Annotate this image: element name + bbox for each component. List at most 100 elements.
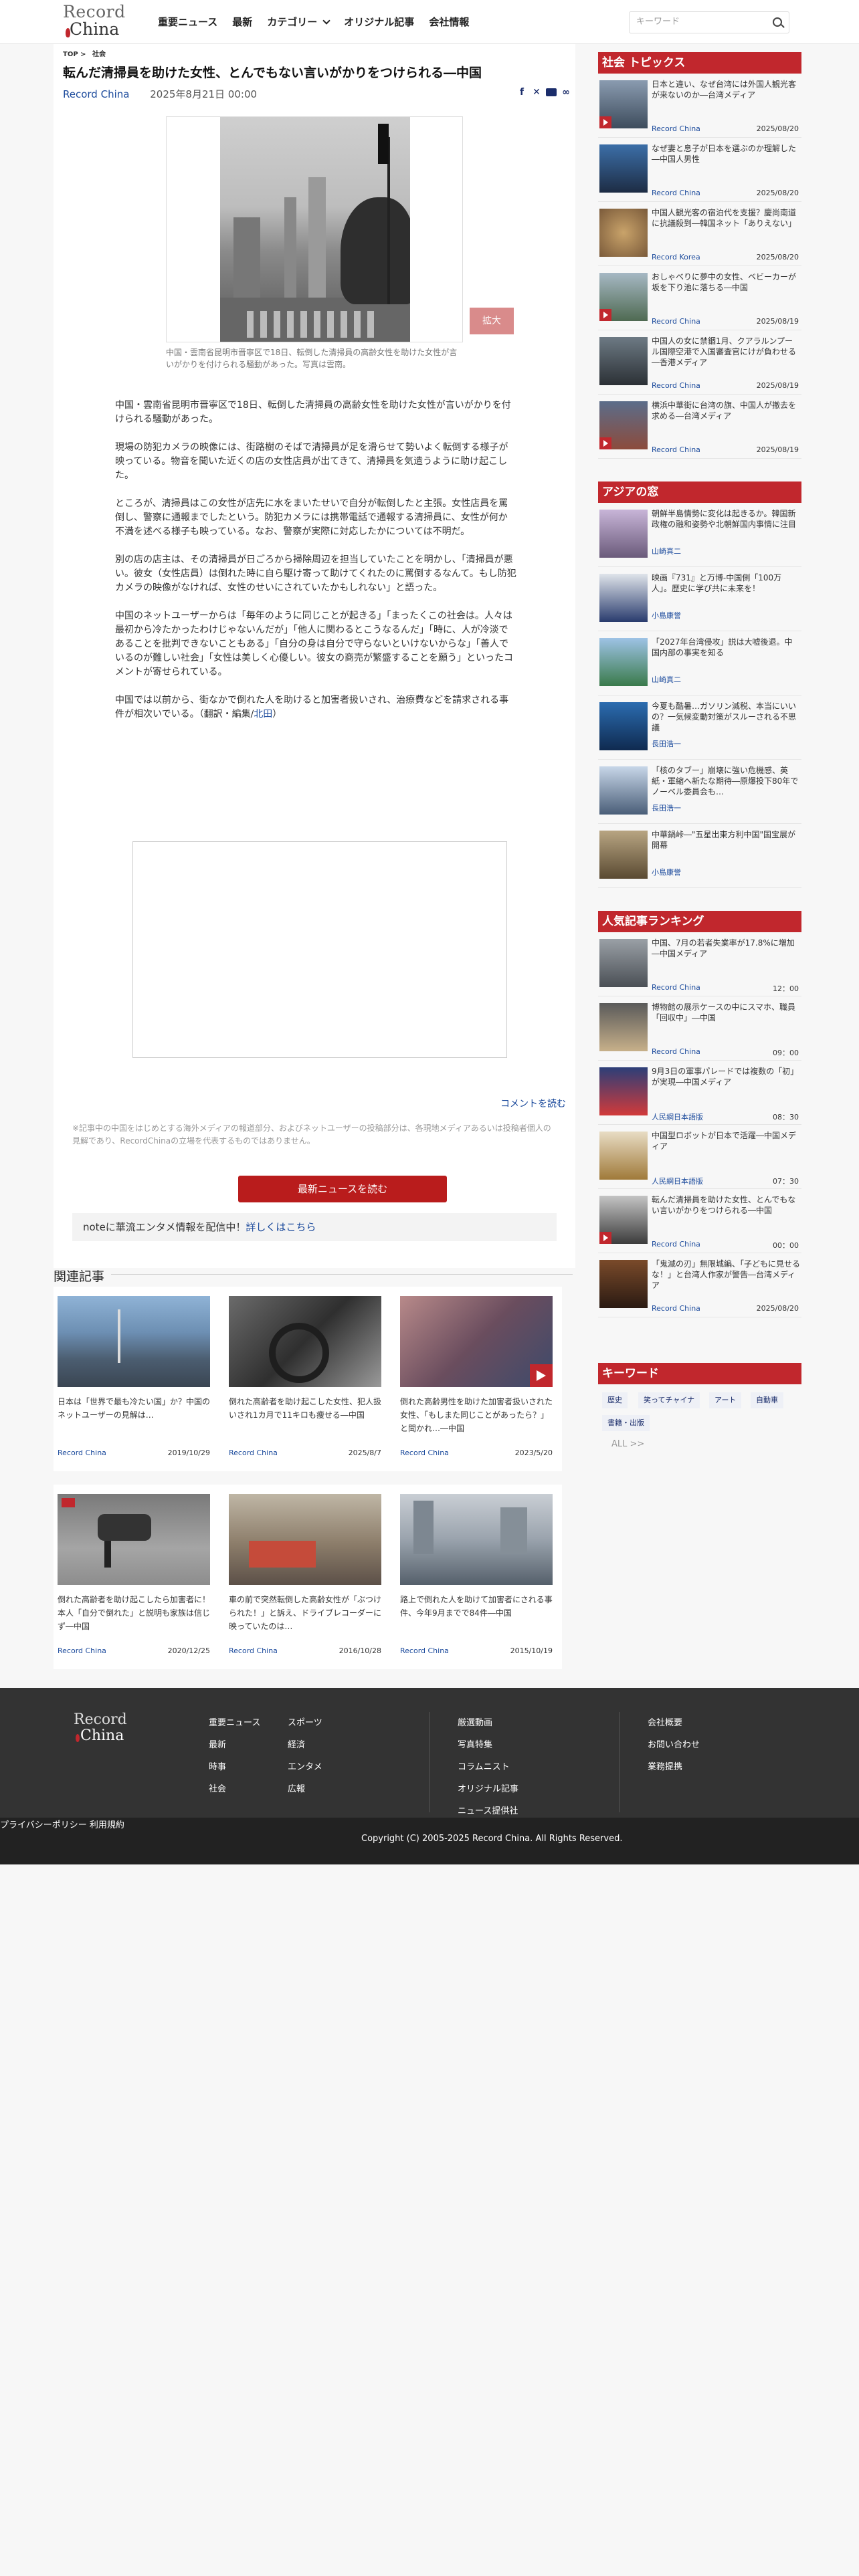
related-source: Record China [58,1646,106,1655]
keyword-chip[interactable]: 歴史 [602,1392,628,1408]
x-icon[interactable]: ✕ [531,87,542,98]
breadcrumb-society[interactable]: 社会 [92,51,106,58]
article-photo[interactable] [220,117,410,342]
related-date: 2019/10/29 [167,1448,210,1457]
footer-link[interactable]: お問い合わせ [648,1734,700,1756]
footer-col-2: スポーツ 経済 エンタメ 広報 [288,1712,322,1800]
mail-icon[interactable] [546,88,557,96]
asia-item[interactable]: 今夏も酷暑…ガソリン減税、本当にいいの？一気候変動対策がスルーされる不思議 長田… [598,697,801,760]
search-icon[interactable] [773,17,782,27]
related-text: 倒れた高齢男性を助けた加害者扱いされた女性、「もしまた同じことがあったら？」と聞… [400,1397,553,1433]
privacy-policy-link[interactable]: プライバシーポリシー [0,1820,87,1830]
footer-link[interactable]: 広報 [288,1778,322,1800]
social-topic-item[interactable]: 横浜中華街に台湾の旗、中国人が撤去を求める―台湾メディア Record Chin… [598,396,801,459]
related-card[interactable]: 路上で倒れた人を助けて加害者にされる事件、今年9月までで84件―中国 Recor… [400,1494,553,1655]
asia-author: 長田浩一 [652,740,681,748]
ranking-item[interactable]: 9月3日の軍事パレードでは複数の「初」が実現―中国メディア 人民網日本語版 08… [598,1062,801,1125]
nav-original[interactable]: オリジナル記事 [344,15,414,29]
keyword-chip[interactable]: 自動車 [751,1392,783,1408]
latest-news-button[interactable]: 最新ニュースを読む [238,1176,447,1202]
article-paragraph-last: 中国では以前から、街なかで倒れた人を助けると加害者扱いされ、治療費などを請求され… [115,693,516,722]
nav-important-news[interactable]: 重要ニュース [158,15,217,29]
keyword-chip[interactable]: 笑ってチャイナ [638,1392,700,1408]
asia-item[interactable]: 「核のタブー」崩壊に強い危機感、英紙・軍縮へ新たな期待―原爆投下80年でノーベル… [598,761,801,824]
editor-link[interactable]: 北田 [254,709,272,720]
ranking-item[interactable]: 「鬼滅の刃」無限城編、「子どもに見せるな！」と台湾人作家が警告―台湾メディア R… [598,1255,801,1317]
asia-author: 山崎真二 [652,675,681,684]
article-source[interactable]: Record China [63,88,129,100]
topic-source: Record China [652,124,700,133]
ranking-source: Record China [652,1047,700,1056]
note-promo-link[interactable]: 詳しくはこちら [246,1221,316,1233]
related-card[interactable]: 日本は「世界で最も冷たい国」か？中国のネットユーザーの見解は… Record C… [58,1296,210,1457]
social-topic-item[interactable]: なぜ妻と息子が日本を選ぶのか理解した―中国人男性 Record China 20… [598,139,801,202]
footer-link[interactable]: エンタメ [288,1756,322,1778]
keyword-chip[interactable]: アート [709,1392,742,1408]
footer-link[interactable]: コラムニスト [458,1756,518,1778]
social-topics-heading: 社会 トピックス [598,52,801,74]
facebook-icon[interactable]: f [516,87,527,98]
footer-link[interactable]: 厳選動画 [458,1712,518,1734]
link-icon[interactable]: ∞ [561,87,571,98]
asia-item[interactable]: 「2027年台湾侵攻」説は大嘘後退。中国内部の事実を知る 山崎真二 [598,633,801,695]
topic-title: 中国人観光客の宿泊代を支援？慶尚南道に抗議殺到―韓国ネット「ありえない」 [652,208,797,228]
topic-thumbnail [599,80,648,128]
ranking-item[interactable]: 博物館の展示ケースの中にスマホ、職員「回収中」―中国 Record China … [598,998,801,1061]
social-topic-item[interactable]: 中国人の女に禁錮1月、クアラルンプール国際空港で入国審査官にけが負わせる―香港メ… [598,332,801,395]
ranking-item[interactable]: 中国型ロボットが日本で活躍―中国メディア 人民網日本語版 07：30 [598,1126,801,1189]
asia-thumbnail [599,831,648,879]
footer-link[interactable]: 時事 [209,1756,260,1778]
breadcrumb-top[interactable]: TOP [63,51,78,58]
nav-latest[interactable]: 最新 [232,15,252,29]
ranking-item[interactable]: 中国、7月の若者失業率が17.8%に増加―中国メディア Record China… [598,934,801,996]
ranking-title: 「鬼滅の刃」無限城編、「子どもに見せるな！」と台湾人作家が警告―台湾メディア [652,1259,800,1290]
asia-thumbnail [599,574,648,622]
asia-item[interactable]: 朝鮮半島情勢に変化は起きるか。韓国新政権の融和姿勢や北朝鮮国内事情に注目 山崎真… [598,504,801,567]
topic-source: Record China [652,189,700,197]
topic-source: Record China [652,317,700,326]
social-topic-item[interactable]: おしゃべりに夢中の女性、ベビーカーが坂を下り池に落ちる―中国 Record Ch… [598,267,801,330]
related-source: Record China [400,1646,449,1655]
related-card[interactable]: 倒れた高齢男性を助けた加害者扱いされた女性、「もしまた同じことがあったら？」と聞… [400,1296,553,1457]
related-card[interactable]: 倒れた高齢者を助け起こした女性、犯人扱いされ1カ月で11キロも痩せる―中国 Re… [229,1296,381,1457]
article-paragraph: 中国・雲南省昆明市晋寧区で18日、転倒した清掃員の高齢女性を助けた女性が言いがか… [115,400,511,425]
footer-link[interactable]: 経済 [288,1734,322,1756]
asia-item[interactable]: 映画『731』と万博-中国側「100万人」。歴史に学び共に未来を！ 小島康誉 [598,568,801,631]
footer-link[interactable]: 会社概要 [648,1712,700,1734]
keyword-all-link[interactable]: ALL >> [611,1439,644,1449]
footer-link[interactable]: 重要ニュース [209,1712,260,1734]
footer-link[interactable]: 社会 [209,1778,260,1800]
related-footer: Record China 2020/12/25 [58,1646,210,1655]
footer-logo[interactable]: Record China [74,1712,127,1744]
search-input[interactable] [636,17,757,27]
ranking-thumbnail [599,1003,648,1051]
footer-logo-line-1: Record [74,1711,127,1728]
logo-dot-icon [76,1734,80,1742]
related-card[interactable]: 倒れた高齢者を助け起こしたら加害者に！ 本人「自分で倒れた」と説明も家族は信じず… [58,1494,210,1655]
keyword-chip[interactable]: 書籍・出版 [602,1415,650,1431]
footer-link[interactable]: スポーツ [288,1712,322,1734]
ranking-item[interactable]: 転んだ清掃員を助けた女性、とんでもない言いがかりをつけられる―中国 Record… [598,1190,801,1253]
related-card[interactable]: 車の前で突然転倒した高齢女性が「ぶつけられた！」と訴え、ドライブレコーダーに映っ… [229,1494,381,1655]
related-date: 2015/10/19 [510,1646,553,1655]
asia-author: 小島康誉 [652,868,681,877]
nav-category[interactable]: カテゴリー [267,15,330,29]
asia-item[interactable]: 中華鍋峠―"五星出東方利中国"国宝展が開幕 小島康誉 [598,825,801,888]
read-comments-link[interactable]: コメントを読む [500,1097,566,1110]
topic-thumbnail [599,337,648,385]
terms-link[interactable]: 利用規約 [90,1820,124,1830]
social-topic-item[interactable]: 中国人観光客の宿泊代を支援？慶尚南道に抗議殺到―韓国ネット「ありえない」 Rec… [598,203,801,266]
related-source: Record China [229,1448,278,1457]
footer-link[interactable]: 最新 [209,1734,260,1756]
ranking-time: 08：30 [773,1113,799,1121]
nav-company[interactable]: 会社情報 [429,15,469,29]
site-logo[interactable]: Record China [63,3,136,41]
footer-link[interactable]: 業務提携 [648,1756,700,1778]
footer-link[interactable]: 写真特集 [458,1734,518,1756]
footer-bottom-bar: プライバシーポリシー 利用規約 Copyright (C) 2005-2025 … [0,1818,859,1864]
zoom-button[interactable]: 拡大 [470,308,514,334]
topic-title: 日本と違い、なぜ台湾には外国人観光客が来ないのか―台湾メディア [652,80,797,100]
footer-link[interactable]: オリジナル記事 [458,1778,518,1800]
social-topic-item[interactable]: 日本と違い、なぜ台湾には外国人観光客が来ないのか―台湾メディア Record C… [598,75,801,138]
related-image [229,1494,381,1585]
